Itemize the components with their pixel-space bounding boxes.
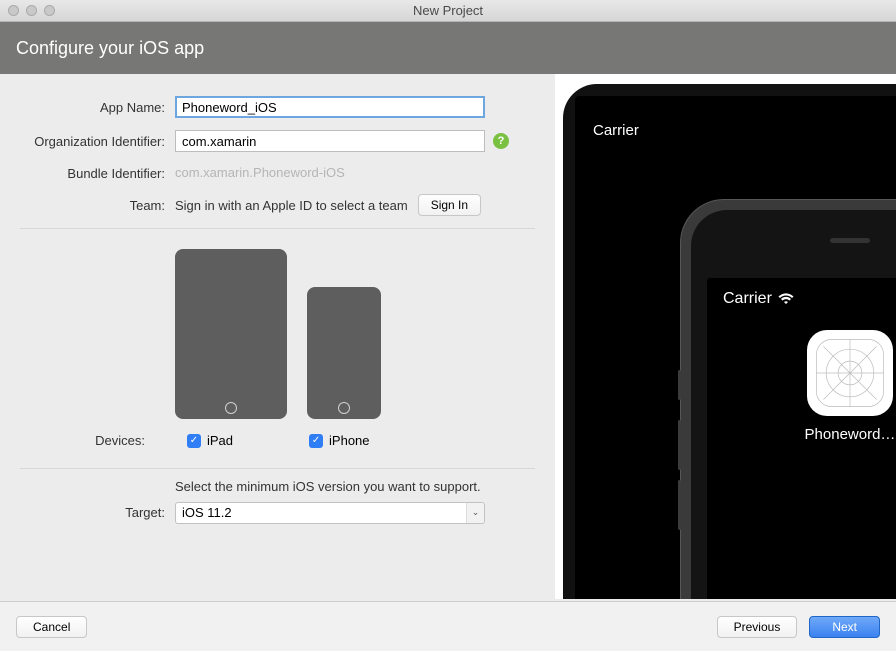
carrier-label-ipad: Carrier xyxy=(593,122,639,139)
home-button-icon xyxy=(338,402,350,414)
app-name-input[interactable] xyxy=(175,96,485,118)
window-title: New Project xyxy=(0,3,896,18)
divider xyxy=(20,468,535,469)
preview-column: Carrier Carrier xyxy=(555,74,896,599)
carrier-label-iphone: Carrier xyxy=(723,290,772,308)
devices-label: Devices: xyxy=(0,433,155,448)
ipad-checkbox-row[interactable]: ✓ iPad xyxy=(187,433,233,448)
side-button-icon xyxy=(678,370,681,400)
iphone-silhouette xyxy=(307,287,381,419)
target-hint: Select the minimum iOS version you want … xyxy=(0,479,555,502)
iphone-preview: Carrier Phone xyxy=(680,199,896,599)
iphone-checkbox-row[interactable]: ✓ iPhone xyxy=(309,433,369,448)
target-value: iOS 11.2 xyxy=(182,505,232,520)
team-label: Team: xyxy=(20,198,175,213)
help-icon[interactable]: ? xyxy=(493,133,509,149)
org-id-label: Organization Identifier: xyxy=(20,134,175,149)
form-column: App Name: Organization Identifier: ? Bun… xyxy=(0,74,555,599)
speaker-icon xyxy=(830,238,870,243)
side-button-icon xyxy=(678,420,681,470)
page-title: Configure your iOS app xyxy=(16,38,204,59)
ipad-check-label: iPad xyxy=(207,433,233,448)
preview-app-name: Phoneword… xyxy=(723,426,896,443)
previous-button[interactable]: Previous xyxy=(717,616,798,638)
app-icon-placeholder xyxy=(807,330,893,416)
sign-in-button[interactable]: Sign In xyxy=(418,194,481,216)
device-previews xyxy=(0,239,555,427)
bundle-id-value: com.xamarin.Phoneword-iOS xyxy=(175,165,345,180)
wifi-icon xyxy=(778,293,794,305)
iphone-checkbox[interactable]: ✓ xyxy=(309,434,323,448)
team-text: Sign in with an Apple ID to select a tea… xyxy=(175,198,408,213)
bundle-id-label: Bundle Identifier: xyxy=(20,166,175,181)
titlebar: New Project xyxy=(0,0,896,22)
target-label: Target: xyxy=(20,505,175,520)
target-select[interactable]: iOS 11.2 ⌄ xyxy=(175,502,485,524)
chevron-down-icon: ⌄ xyxy=(466,503,484,523)
divider xyxy=(20,228,535,229)
cancel-button[interactable]: Cancel xyxy=(16,616,87,638)
footer: Cancel Previous Next xyxy=(0,601,896,651)
next-button[interactable]: Next xyxy=(809,616,880,638)
home-button-icon xyxy=(225,402,237,414)
page-header: Configure your iOS app xyxy=(0,22,896,74)
side-button-icon xyxy=(678,480,681,530)
ipad-checkbox[interactable]: ✓ xyxy=(187,434,201,448)
org-id-input[interactable] xyxy=(175,130,485,152)
iphone-check-label: iPhone xyxy=(329,433,369,448)
app-name-label: App Name: xyxy=(20,100,175,115)
ipad-silhouette xyxy=(175,249,287,419)
